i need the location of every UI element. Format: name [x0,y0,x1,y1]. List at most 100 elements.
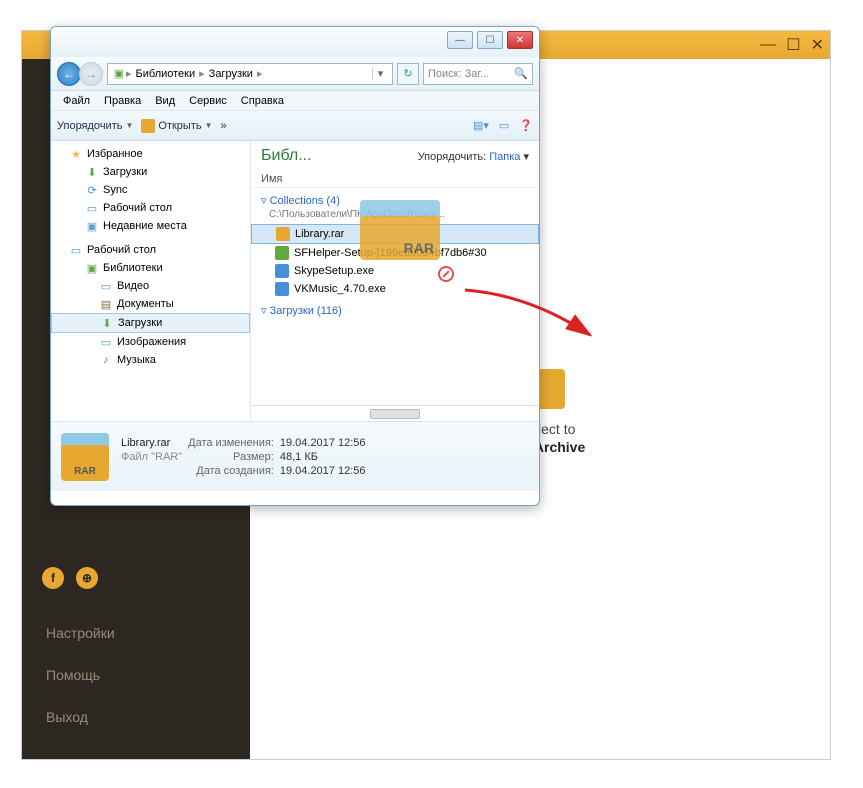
breadcrumb[interactable]: Загрузки [205,68,257,80]
details-filename: Library.rar [121,437,182,449]
file-row[interactable]: SkypeSetup.exe [251,262,539,280]
label: Загрузки [103,166,147,178]
file-list[interactable]: Библ... Упорядочить: Папка ▾ Имя ▿ Colle… [251,141,539,421]
group-collections[interactable]: ▿ Collections (4) [251,188,539,209]
created-value: 19.04.2017 12:56 [280,465,366,477]
library-header: Библ... [261,147,312,165]
images-icon: ▭ [99,335,113,349]
tree-sync[interactable]: ⟳Sync [51,181,250,199]
folder-icon: ▣ [112,67,126,81]
search-placeholder: Поиск: Заг... [428,68,489,80]
nav-bar: ← → ▣ ▸ Библиотеки ▸ Загрузки ▸ ▾ ↻ Поис… [51,57,539,91]
music-icon: ♪ [99,353,113,367]
globe-icon[interactable]: ⊕ [76,567,98,589]
label: Sync [103,184,127,196]
open-button[interactable]: Открыть ▼ [141,119,212,133]
minimize-button[interactable]: — [760,36,776,54]
label: Библиотеки [103,262,163,274]
label: Рабочий стол [103,202,172,214]
menu-bar: Файл Правка Вид Сервис Справка [51,91,539,111]
file-row-library-rar[interactable]: Library.rar [251,224,539,244]
tree-libraries[interactable]: ▣Библиотеки [51,259,250,277]
explorer-titlebar[interactable]: — ☐ ✕ [51,27,539,57]
organize-button[interactable]: Упорядочить ▼ [57,120,133,132]
label: Рабочий стол [87,244,156,256]
menu-exit[interactable]: Выход [22,701,250,733]
menu-view[interactable]: Вид [149,95,181,107]
tree-videos[interactable]: ▭Видео [51,277,250,295]
sort-label: Упорядочить: [418,151,487,163]
file-row[interactable]: SFHelper-Setup-[199ea00d4bf7db6#30 [251,244,539,262]
toolbar: Упорядочить ▼ Открыть ▼ » ▤▾ ▭ ❓ [51,111,539,141]
explorer-window: — ☐ ✕ ← → ▣ ▸ Библиотеки ▸ Загрузки ▸ ▾ … [50,26,540,506]
menu-edit[interactable]: Правка [98,95,147,107]
close-button[interactable]: ✕ [811,35,824,55]
navigation-tree[interactable]: ★Избранное ⬇Загрузки ⟳Sync ▭Рабочий стол… [51,141,251,421]
modified-label: Дата изменения: [188,437,274,449]
sort-control[interactable]: Упорядочить: Папка ▾ [418,150,529,163]
preview-pane-icon[interactable]: ▭ [499,119,509,132]
label: Загрузки [118,317,162,329]
search-icon[interactable]: 🔍 [514,67,528,80]
scroll-thumb[interactable] [370,409,420,419]
file-row[interactable]: VKMusic_4.70.exe [251,280,539,298]
menu-tools[interactable]: Сервис [183,95,233,107]
facebook-icon[interactable]: f [42,567,64,589]
tree-documents[interactable]: ▤Документы [51,295,250,313]
tree-images[interactable]: ▭ Изображения [51,333,250,351]
organize-label: Упорядочить [57,120,122,132]
tree-desktop[interactable]: ▭Рабочий стол [51,199,250,217]
help-icon[interactable]: ❓ [519,119,533,132]
menu-settings[interactable]: Настройки [22,617,250,649]
chevron-down-icon: ▼ [125,121,133,130]
back-button[interactable]: ← [57,62,81,86]
star-icon: ★ [69,147,83,161]
tree-favorites[interactable]: ★ Избранное [51,145,250,163]
menu-help[interactable]: Справка [235,95,290,107]
minimize-button[interactable]: — [447,31,473,49]
tree-music[interactable]: ♪ Музыка [51,351,250,369]
exe-icon [275,264,289,278]
chevron-down-icon: ▼ [205,121,213,130]
group-title-text: Collections (4) [270,195,340,207]
search-input[interactable]: Поиск: Заг... 🔍 [423,63,533,85]
menu-help[interactable]: Помощь [22,659,250,691]
exe-icon [275,282,289,296]
details-filetype: Файл "RAR" [121,451,182,463]
refresh-button[interactable]: ↻ [397,63,419,85]
maximize-button[interactable]: ☐ [786,35,800,55]
close-button[interactable]: ✕ [507,31,533,49]
tree-downloads-lib[interactable]: ⬇Загрузки [51,313,250,333]
social-row: f ⊕ [22,549,250,607]
details-pane: RAR Library.rar Дата изменения: 19.04.20… [51,421,539,491]
downloads-icon: ⬇ [85,165,99,179]
address-dropdown[interactable]: ▾ [372,67,388,80]
open-label: Открыть [158,120,201,132]
modified-value: 19.04.2017 12:56 [280,437,366,449]
file-thumbnail-icon: RAR [61,433,109,481]
group-downloads[interactable]: ▿ Загрузки (116) [251,298,539,319]
download-icon [275,246,289,260]
toolbar-more[interactable]: » [221,120,227,132]
label: Музыка [117,354,156,366]
label: Избранное [87,148,143,160]
tree-desktop-root[interactable]: ▭Рабочий стол [51,241,250,259]
forward-button[interactable]: → [79,62,103,86]
maximize-button[interactable]: ☐ [477,31,503,49]
sort-value[interactable]: Папка [489,151,520,163]
breadcrumb[interactable]: Библиотеки [132,68,200,80]
tree-recent[interactable]: ▣Недавние места [51,217,250,235]
horizontal-scrollbar[interactable] [251,405,539,421]
group-path: C:\Пользователи\ПК\AppData\Roami... [251,209,539,224]
view-mode-icon[interactable]: ▤▾ [473,119,489,132]
video-icon: ▭ [99,279,113,293]
menu-file[interactable]: Файл [57,95,96,107]
open-icon [141,119,155,133]
rar-icon [276,227,290,241]
address-bar[interactable]: ▣ ▸ Библиотеки ▸ Загрузки ▸ ▾ [107,63,393,85]
tree-downloads[interactable]: ⬇ Загрузки [51,163,250,181]
label: Изображения [117,336,186,348]
label: Документы [117,298,174,310]
column-header-name[interactable]: Имя [251,171,539,188]
file-name: VKMusic_4.70.exe [294,283,386,295]
